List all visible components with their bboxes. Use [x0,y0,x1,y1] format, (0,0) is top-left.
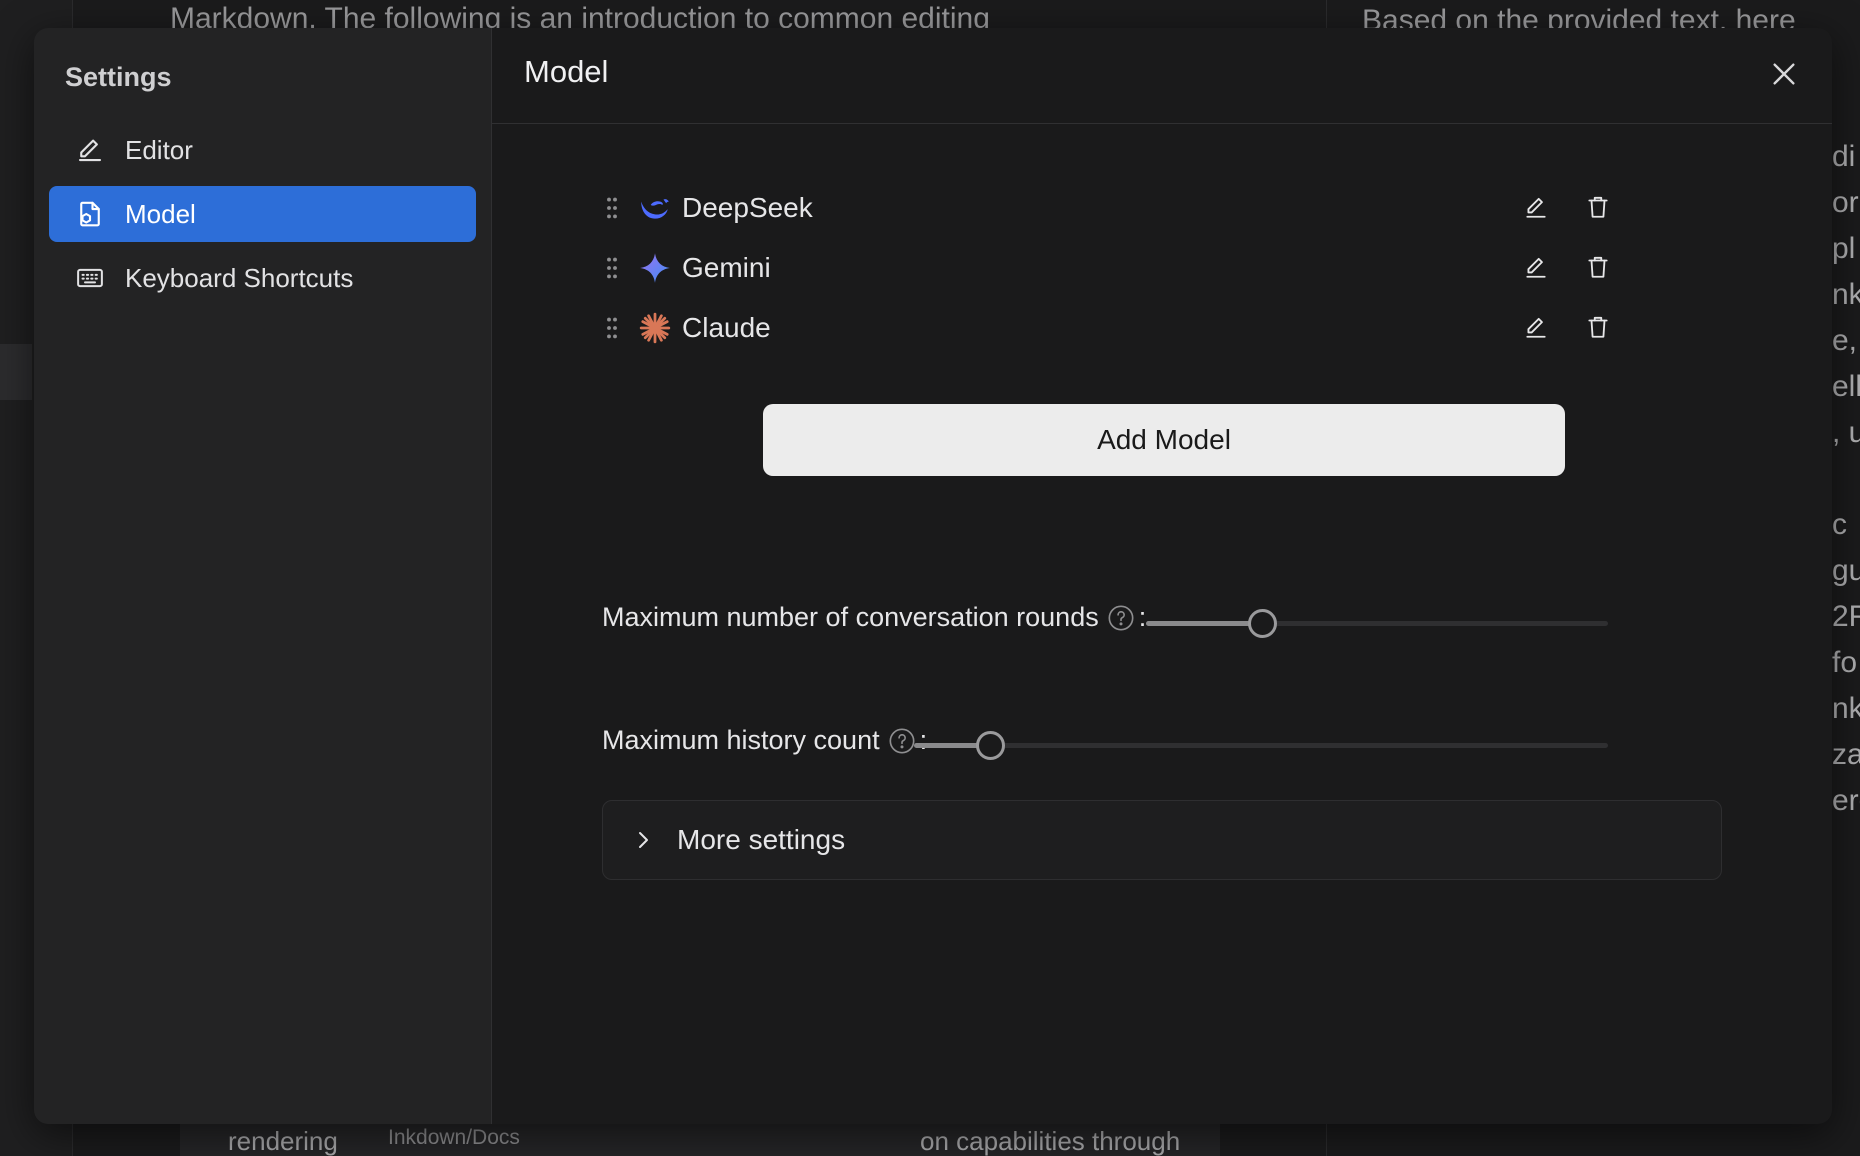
edit-button[interactable] [1522,312,1550,342]
drag-handle-icon[interactable] [602,315,622,341]
background-text-fragment: nk [1832,278,1860,311]
background-text-fragment: ere [1832,784,1860,817]
edit-button[interactable] [1522,192,1550,222]
delete-button[interactable] [1584,252,1612,282]
settings-sidebar: Settings Editor Model Keyboard Shortcuts [34,28,492,1124]
model-list: DeepSeek Gemini Claude [602,178,1612,358]
history-count-setting: Maximum history count : [602,725,927,756]
delete-button[interactable] [1584,312,1612,342]
sidebar-item-keyboard-shortcuts[interactable]: Keyboard Shortcuts [49,250,476,306]
background-right-column: di or pl nk e, ells , u c gu 2F fo nk zat ere [1832,140,1860,830]
list-item: Gemini [602,238,1612,298]
background-text-fragment: di [1832,140,1856,173]
background-text-fragment: c [1832,508,1847,541]
conversation-rounds-slider[interactable] [1146,608,1608,638]
model-name: Claude [682,312,771,343]
background-file-path: Inkdown/Docs [388,1126,520,1149]
slider-track [914,743,1608,748]
drag-handle-icon[interactable] [602,195,622,221]
background-bottom-right-text: on capabilities through [920,1126,1181,1156]
sidebar-item-label: Editor [125,134,193,165]
background-text-fragment: nk [1832,692,1860,725]
model-icon [75,199,105,229]
delete-button[interactable] [1584,192,1612,222]
background-text-fragment: gu [1832,554,1860,587]
list-item: DeepSeek [602,178,1612,238]
background-text-fragment: zat [1832,738,1860,771]
claude-logo-icon [638,311,672,345]
help-icon[interactable] [1107,604,1135,632]
model-name: Gemini [682,252,771,283]
sidebar-item-editor[interactable]: Editor [49,122,476,178]
slider-thumb[interactable] [1247,609,1277,638]
settings-main-panel: Model DeepSeek Gemini Claude Add Model M… [492,28,1832,1124]
model-name: DeepSeek [682,192,813,223]
sidebar-item-model[interactable]: Model [49,186,476,242]
add-model-button[interactable]: Add Model [763,404,1565,476]
trash-icon [1588,256,1608,278]
conversation-rounds-setting: Maximum number of conversation rounds : [602,602,1146,633]
edit-icon [1526,257,1546,278]
close-button[interactable] [1768,58,1800,90]
drag-handle-icon[interactable] [602,255,622,281]
trash-icon [1588,316,1608,338]
chevron-right-icon [631,828,655,852]
background-bottom-text: rendering [228,1126,338,1156]
more-settings-toggle[interactable]: More settings [602,800,1722,880]
keyboard-icon [75,263,105,293]
background-text-fragment: , u [1832,416,1860,449]
slider-thumb[interactable] [976,731,1006,760]
settings-title: Settings [65,62,172,92]
background-text-fragment: fo [1832,646,1858,679]
settings-modal: Settings Editor Model Keyboard Shortcuts… [34,28,1832,1124]
background-text-fragment: ells [1832,370,1860,403]
close-icon [1773,63,1795,85]
slider-fill [1146,621,1262,626]
background-text-fragment: e, [1832,324,1858,357]
history-count-slider[interactable] [914,730,1608,760]
sidebar-item-label: Keyboard Shortcuts [125,262,354,293]
trash-icon [1588,196,1608,218]
deepseek-logo-icon [638,191,672,225]
edit-icon [1526,317,1546,338]
list-item: Claude [602,298,1612,358]
more-settings-label: More settings [677,824,846,855]
background-text-fragment: or [1832,186,1859,219]
setting-label: Maximum number of conversation rounds [602,602,1099,632]
background-selected-item [0,344,32,400]
pen-icon [75,135,105,165]
page-title: Model [524,54,609,89]
background-text-fragment: pl [1832,232,1856,265]
help-icon[interactable] [888,727,916,755]
panel-header: Model [492,28,1832,124]
sidebar-item-label: Model [125,198,196,229]
background-text-fragment [1832,462,1860,508]
setting-label: Maximum history count [602,725,880,755]
background-text-fragment: 2F [1832,600,1860,633]
edit-icon [1526,197,1546,218]
edit-button[interactable] [1522,252,1550,282]
gemini-logo-icon [638,251,672,285]
